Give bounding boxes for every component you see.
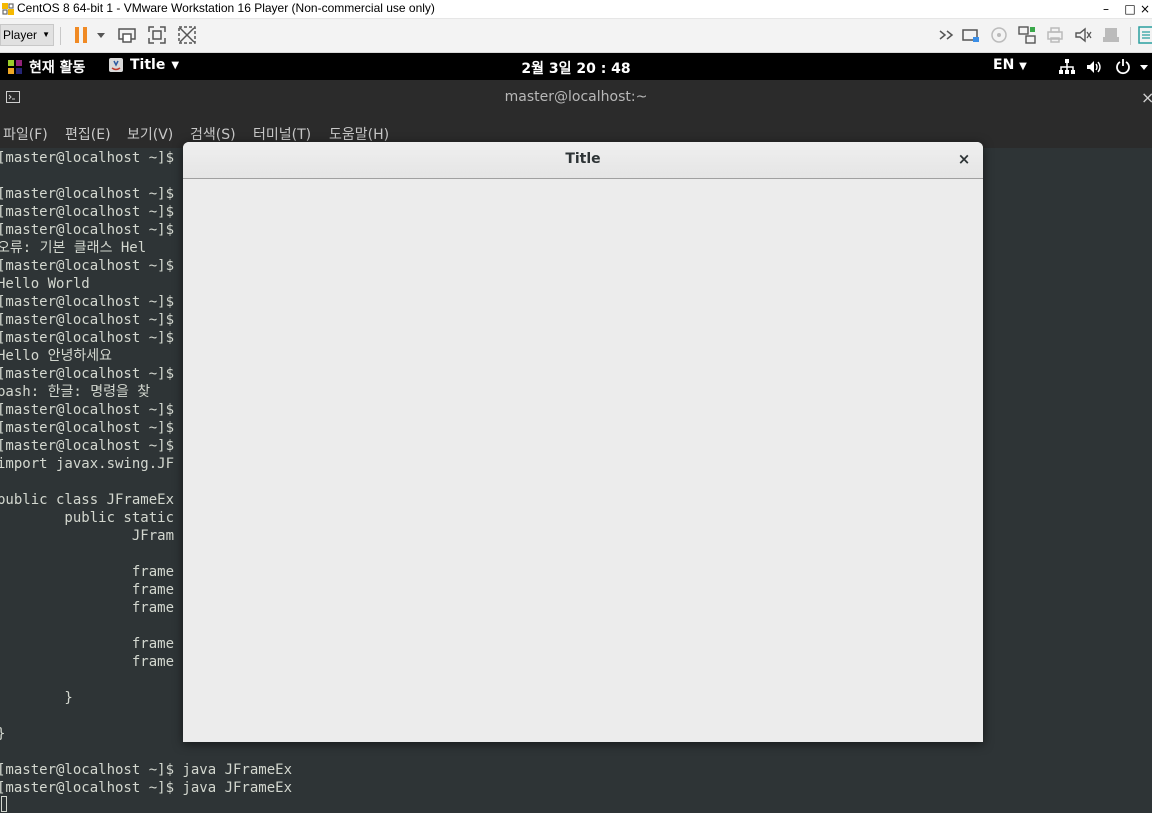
chevron-down-icon: ▼ [1019, 61, 1027, 72]
input-language-label: EN [993, 57, 1015, 73]
gnome-top-bar: 현재 활동 Title ▼ 2월 3일 20 : 48 EN ▼ [0, 53, 1152, 80]
close-button[interactable]: × [1138, 0, 1152, 18]
chevron-down-icon[interactable] [1138, 58, 1150, 76]
centos-logo-icon [8, 60, 22, 74]
jframe-close-button[interactable]: × [955, 150, 973, 168]
jframe-title: Title [565, 151, 601, 167]
player-menu-label: Player [3, 28, 38, 42]
usb-device-icon[interactable] [1101, 25, 1121, 45]
jframe-content-pane [183, 179, 983, 742]
activities-label: 현재 활동 [29, 60, 86, 76]
menu-view[interactable]: 보기(V) [127, 124, 173, 144]
terminal-title: master@localhost:~ [504, 89, 648, 105]
input-language-menu[interactable]: EN ▼ [993, 57, 1027, 73]
sound-card-icon[interactable] [1073, 25, 1093, 45]
chevron-down-icon: ▼ [171, 59, 180, 71]
terminal-cursor [1, 796, 7, 812]
vmware-titlebar: CentOS 8 64-bit 1 - VMware Workstation 1… [0, 0, 1152, 19]
menu-search[interactable]: 검색(S) [190, 124, 236, 144]
vmware-window-title: CentOS 8 64-bit 1 - VMware Workstation 1… [17, 1, 435, 15]
vmware-toolbar: Player ▼ [0, 19, 1152, 53]
printer-icon[interactable] [1045, 25, 1065, 45]
cd-dvd-icon[interactable] [989, 25, 1009, 45]
more-devices-icon[interactable] [937, 25, 957, 45]
hard-disk-icon[interactable] [961, 25, 981, 45]
app-menu-button[interactable]: Title ▼ [108, 57, 179, 73]
volume-icon[interactable] [1085, 58, 1103, 76]
power-icon[interactable] [1114, 58, 1132, 76]
menu-help[interactable]: 도움말(H) [329, 124, 389, 144]
pause-icon[interactable] [72, 25, 92, 45]
jframe-titlebar[interactable]: Title × [183, 142, 983, 179]
message-log-icon[interactable] [1136, 25, 1152, 45]
network-adapter-icon[interactable] [1017, 25, 1037, 45]
terminal-headerbar: master@localhost:~ × [0, 80, 1152, 116]
unity-mode-icon[interactable] [177, 25, 197, 45]
menu-edit[interactable]: 편집(E) [65, 124, 111, 144]
terminal-close-button[interactable]: × [1141, 88, 1152, 107]
network-wired-icon[interactable] [1058, 58, 1076, 76]
terminal-line: [master@localhost ~]$ java JFrameEx [0, 780, 293, 796]
toolbar-separator [60, 27, 61, 45]
pause-dropdown-icon[interactable] [95, 25, 107, 45]
toolbar-separator [1130, 27, 1131, 45]
player-menu-button[interactable]: Player ▼ [0, 24, 54, 46]
app-menu-label: Title [130, 57, 166, 73]
vmware-logo-icon [1, 2, 15, 16]
minimize-button[interactable]: – [1095, 0, 1117, 18]
java-app-icon [109, 58, 123, 72]
terminal-line: [master@localhost ~]$ java JFrameEx [0, 762, 293, 778]
fullscreen-icon[interactable] [147, 25, 167, 45]
activities-button[interactable]: 현재 활동 [7, 57, 85, 77]
send-ctrl-alt-del-icon[interactable] [117, 25, 137, 45]
menu-terminal[interactable]: 터미널(T) [253, 124, 311, 144]
jframe-window: Title × [183, 142, 983, 742]
menu-file[interactable]: 파일(F) [3, 124, 48, 144]
chevron-down-icon: ▼ [42, 30, 50, 39]
